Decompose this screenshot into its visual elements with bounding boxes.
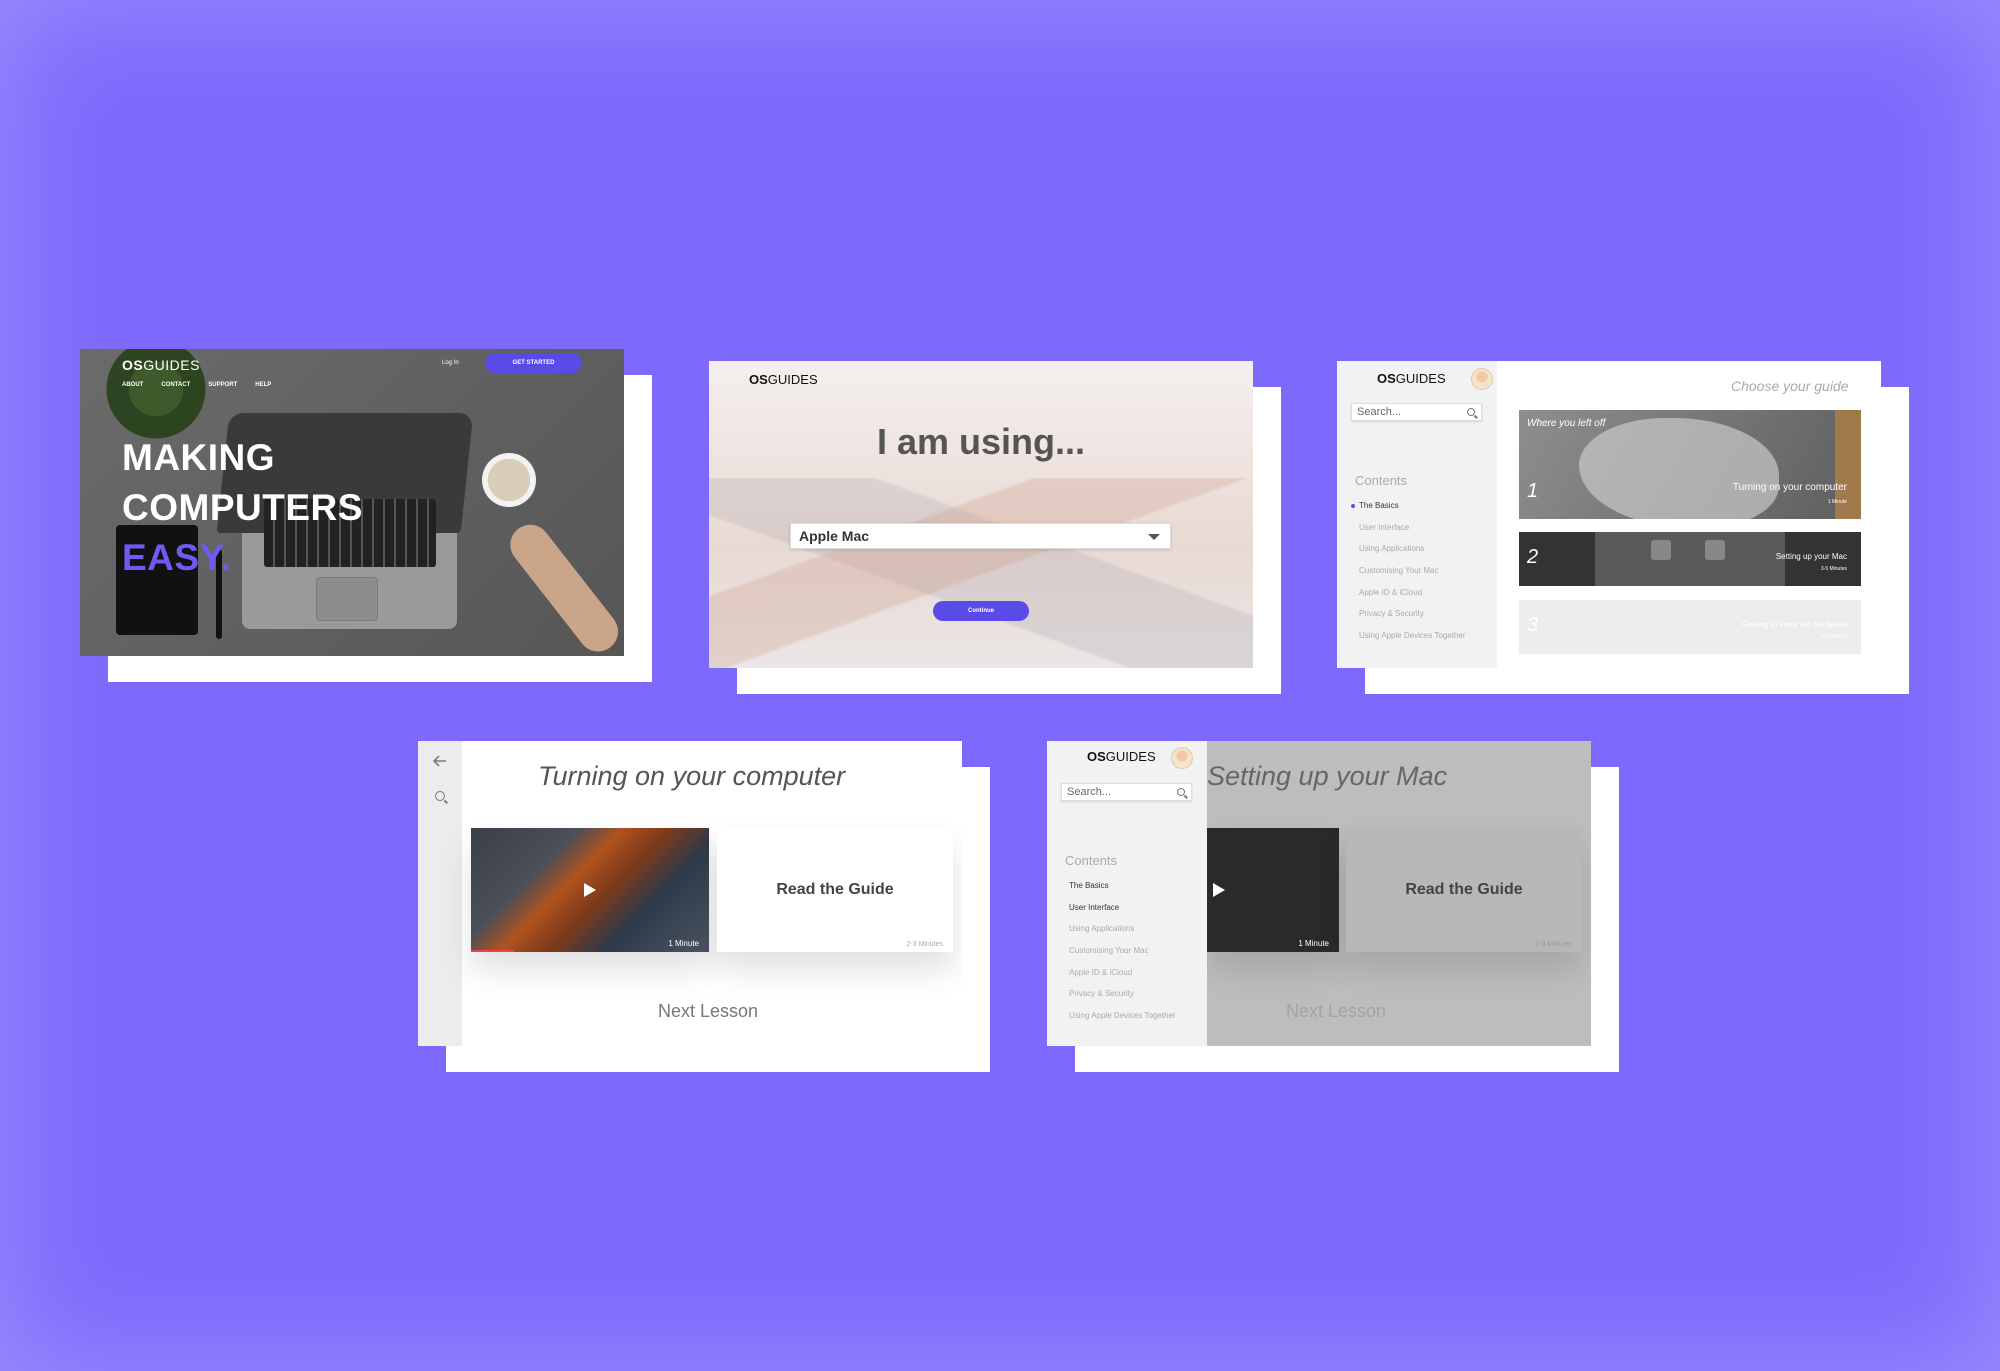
guide-card-1[interactable]: Where you left off 1 Turning on your com…: [1519, 410, 1861, 519]
guide-thumbnail: [1595, 532, 1785, 586]
guide-duration: 2-3 Minutes: [1820, 634, 1847, 640]
lesson-sidebar-card: Setting up your Mac 1 Minute Read the Gu…: [1047, 741, 1591, 1046]
sidebar-item-apple-id[interactable]: Apple ID & iCloud: [1359, 582, 1466, 604]
guide-card-3[interactable]: 3 Getting to know the hardware 2-3 Minut…: [1519, 600, 1861, 654]
sidebar-item-using-applications[interactable]: Using Applications: [1359, 538, 1466, 560]
guide-list-screen: OSGUIDES Search... Contents The Basics U…: [1337, 361, 1909, 694]
sidebar-item-user-interface[interactable]: User Interface: [1359, 517, 1466, 539]
guide-number: 3: [1527, 614, 1539, 636]
video-duration: 1 Minute: [1298, 939, 1329, 948]
sidebar-item-customising[interactable]: Customising Your Mac: [1359, 560, 1466, 582]
top-nav: ABOUT CONTACT SUPPORT HELP: [122, 382, 271, 388]
sidebar-item-apple-id[interactable]: Apple ID & iCloud: [1069, 962, 1176, 984]
mountain-image: [709, 478, 1253, 668]
brand-logo[interactable]: OSGUIDES: [1377, 371, 1446, 386]
guide-title: Getting to know the hardware: [1742, 620, 1847, 629]
guide-number: 2: [1527, 546, 1539, 568]
hero-line-2: COMPUTERS: [122, 487, 363, 528]
sidebar: OSGUIDES Search... Contents The Basics U…: [1047, 741, 1207, 1046]
video-duration: 1 Minute: [668, 939, 699, 948]
nav-contact[interactable]: CONTACT: [161, 382, 190, 388]
sidebar-item-privacy[interactable]: Privacy & Security: [1359, 603, 1466, 625]
laptop-trackpad: [316, 577, 378, 621]
contents-list: The Basics User Interface Using Applicat…: [1069, 875, 1176, 1027]
guide-duration: 1 Minute: [1827, 499, 1847, 505]
brand-logo[interactable]: OSGUIDES: [122, 357, 200, 373]
play-icon[interactable]: [1213, 883, 1225, 897]
read-duration: 2-3 Minutes: [1535, 941, 1572, 948]
sidebar-item-devices-together[interactable]: Using Apple Devices Together: [1069, 1005, 1176, 1027]
resume-label: Where you left off: [1527, 418, 1606, 429]
avatar[interactable]: [1471, 368, 1493, 390]
brand-logo[interactable]: OSGUIDES: [1087, 749, 1156, 764]
next-lesson-link[interactable]: Next Lesson: [658, 1001, 758, 1022]
coffee-cup-image: [482, 453, 536, 507]
guide-title: Setting up your Mac: [1775, 552, 1847, 561]
contents-list: The Basics User Interface Using Applicat…: [1359, 495, 1466, 647]
sidebar-item-using-applications[interactable]: Using Applications: [1069, 918, 1176, 940]
finder-icon: [1705, 540, 1725, 560]
sidebar: OSGUIDES Search... Contents The Basics U…: [1337, 361, 1497, 668]
read-guide-button[interactable]: Read the Guide 2-3 Minutes: [717, 828, 953, 952]
continue-button[interactable]: Continue: [933, 601, 1029, 621]
sidebar-item-customising[interactable]: Customising Your Mac: [1069, 940, 1176, 962]
lesson-title: Setting up your Mac: [1207, 761, 1448, 791]
brand-logo[interactable]: OSGUIDES: [749, 372, 818, 387]
os-select[interactable]: Apple Mac: [790, 523, 1171, 549]
video-progress[interactable]: [471, 950, 514, 952]
os-select-value: Apple Mac: [799, 528, 870, 544]
landing-card: OSGUIDES ABOUT CONTACT SUPPORT HELP Log …: [80, 349, 624, 656]
sidebar-item-the-basics[interactable]: The Basics: [1359, 495, 1466, 517]
nav-support[interactable]: SUPPORT: [208, 382, 237, 388]
hand-sketch-image: [1579, 418, 1779, 519]
avatar[interactable]: [1171, 747, 1193, 769]
guide-card-2[interactable]: 2 Setting up your Mac 3-5 Minutes: [1519, 532, 1861, 586]
chevron-down-icon: [1148, 534, 1160, 540]
contents-heading: Contents: [1065, 853, 1118, 868]
sidebar-item-devices-together[interactable]: Using Apple Devices Together: [1359, 625, 1466, 647]
lesson-card: Turning on your computer 1 Minute Read t…: [418, 741, 962, 1046]
search-input[interactable]: Search...: [1351, 403, 1482, 421]
guide-title: Turning on your computer: [1732, 482, 1847, 493]
sidebar-item-privacy[interactable]: Privacy & Security: [1069, 983, 1176, 1005]
page-title: I am using...: [876, 421, 1086, 462]
page-title: Choose your guide: [1731, 378, 1849, 394]
read-duration: 2-3 Minutes: [906, 941, 943, 948]
nav-help[interactable]: HELP: [255, 382, 271, 388]
login-link[interactable]: Log In: [442, 360, 459, 366]
sidebar-item-user-interface[interactable]: User Interface: [1069, 897, 1176, 919]
hero-line-3: EASY.: [122, 537, 232, 578]
contents-heading: Contents: [1355, 473, 1408, 488]
nav-about[interactable]: ABOUT: [122, 382, 143, 388]
guide-number: 1: [1527, 480, 1539, 502]
get-started-button[interactable]: GET STARTED: [485, 353, 582, 373]
video-player[interactable]: 1 Minute: [471, 828, 709, 952]
play-icon[interactable]: [584, 883, 596, 897]
next-lesson-link[interactable]: Next Lesson: [1286, 1001, 1386, 1022]
read-guide-button[interactable]: Read the Guide 2-3 Minutes: [1346, 828, 1582, 952]
search-input[interactable]: Search...: [1061, 783, 1192, 801]
lesson-title: Turning on your computer: [538, 761, 846, 791]
arrow-left-icon[interactable]: [432, 753, 448, 769]
os-chooser-card: OSGUIDES I am using... Apple Mac Continu…: [709, 361, 1253, 668]
hero-headline: MAKING COMPUTERS EASY.: [122, 433, 363, 583]
lesson-sidebar-screen: Setting up your Mac 1 Minute Read the Gu…: [1047, 741, 1619, 1072]
lesson-screen: Turning on your computer 1 Minute Read t…: [418, 741, 990, 1072]
finder-icon: [1651, 540, 1671, 560]
icon-rail: [418, 741, 462, 1046]
landing-screen: OSGUIDES ABOUT CONTACT SUPPORT HELP Log …: [80, 349, 652, 682]
search-icon: [1177, 788, 1185, 796]
search-icon: [1467, 408, 1475, 416]
sidebar-item-the-basics[interactable]: The Basics: [1069, 875, 1176, 897]
hero-line-1: MAKING: [122, 437, 276, 478]
os-chooser-screen: OSGUIDES I am using... Apple Mac Continu…: [709, 361, 1281, 694]
dimmed-lesson-content: Setting up your Mac 1 Minute Read the Gu…: [1207, 741, 1591, 1046]
guide-list-card: OSGUIDES Search... Contents The Basics U…: [1337, 361, 1881, 668]
search-icon[interactable]: [435, 791, 445, 801]
video-player[interactable]: 1 Minute: [1207, 828, 1339, 952]
guide-duration: 3-5 Minutes: [1820, 566, 1847, 572]
